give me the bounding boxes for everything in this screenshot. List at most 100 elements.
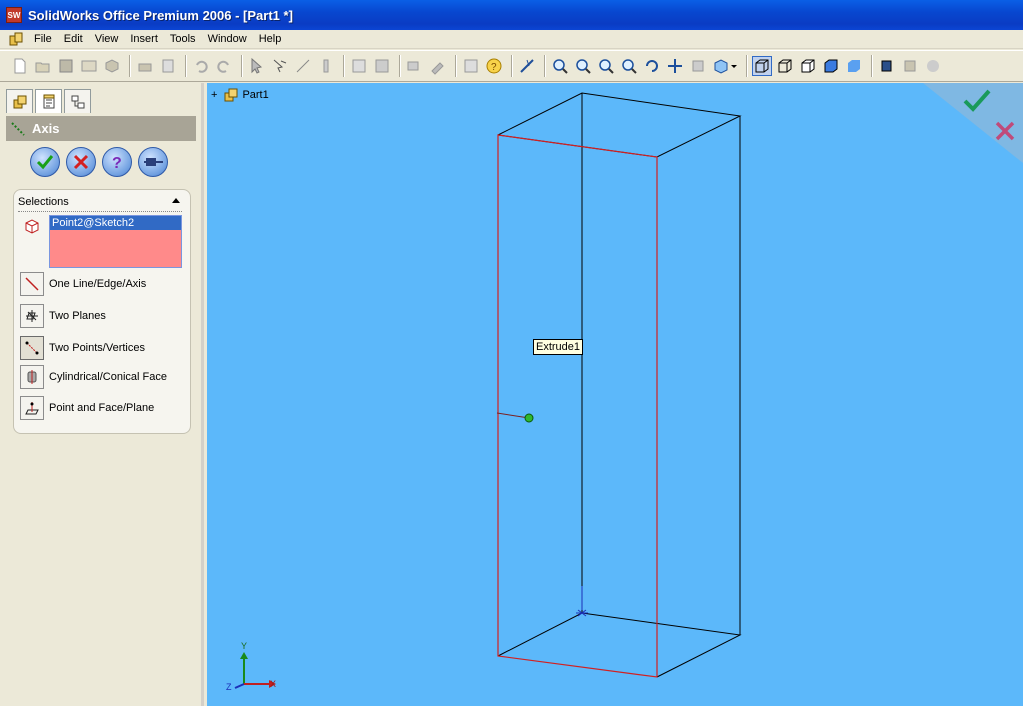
triad-z-label: Z: [226, 682, 232, 692]
triad-y-label: Y: [241, 641, 248, 651]
menu-help[interactable]: Help: [253, 30, 288, 49]
view-orientation-icon[interactable]: [711, 56, 739, 76]
rotate-view-icon[interactable]: [642, 56, 662, 76]
tree-root-part1[interactable]: Part1: [242, 89, 268, 101]
solidworks-logo-icon: SW: [6, 7, 22, 23]
menu-view[interactable]: View: [89, 30, 125, 49]
grid-icon[interactable]: [349, 56, 369, 76]
smart-dimension-icon[interactable]: [316, 56, 336, 76]
menu-edit[interactable]: Edit: [58, 30, 89, 49]
select-pointer-icon[interactable]: [247, 56, 267, 76]
print-preview-icon[interactable]: [158, 56, 178, 76]
help-button[interactable]: ?: [102, 147, 132, 177]
pushpin-icon: [144, 158, 163, 166]
cylindrical-face-icon[interactable]: [20, 365, 44, 389]
cancel-button[interactable]: [66, 147, 96, 177]
table-icon[interactable]: [372, 56, 392, 76]
rebuild-icon[interactable]: [517, 56, 537, 76]
svg-text:?: ?: [491, 62, 497, 73]
shaded-icon[interactable]: [844, 56, 864, 76]
menu-window[interactable]: Window: [202, 30, 253, 49]
tree-expand-icon[interactable]: +: [211, 89, 217, 101]
3d-drawing-view-icon[interactable]: [688, 56, 708, 76]
ok-icon: [36, 155, 54, 170]
pushpin-button[interactable]: [138, 147, 168, 177]
feature-manager-tab-icon[interactable]: [6, 89, 33, 113]
relations-icon[interactable]: [405, 56, 425, 76]
menu-insert[interactable]: Insert: [124, 30, 164, 49]
hidden-lines-removed-icon[interactable]: [798, 56, 818, 76]
part-icon: [224, 88, 238, 102]
feature-tooltip: Extrude1: [533, 339, 584, 355]
point-face-plane-icon[interactable]: [20, 396, 44, 420]
save-icon[interactable]: [56, 56, 76, 76]
toolbar-separator: [399, 55, 401, 77]
menu-tools[interactable]: Tools: [164, 30, 202, 49]
shadows-icon[interactable]: [877, 56, 897, 76]
configuration-manager-tab-icon[interactable]: [64, 89, 91, 113]
make-assembly-icon[interactable]: [102, 56, 122, 76]
redo-icon[interactable]: [214, 56, 234, 76]
solidworks-window: SW SolidWorks Office Premium 2006 - [Par…: [0, 0, 1023, 706]
flyout-feature-tree: + Part1: [211, 87, 269, 103]
zoom-in-out-icon[interactable]: [596, 56, 616, 76]
option-label: Point and Face/Plane: [49, 402, 155, 414]
selected-face-outline[interactable]: [497, 134, 658, 678]
menu-file[interactable]: File: [28, 30, 58, 49]
hidden-lines-visible-icon[interactable]: [775, 56, 795, 76]
zoom-to-area-icon[interactable]: [573, 56, 593, 76]
selections-group: Selections Point2@Sketch2 One Line/Edge/…: [13, 189, 191, 434]
zoom-to-fit-icon[interactable]: [550, 56, 570, 76]
open-folder-icon[interactable]: [33, 56, 53, 76]
selection-list[interactable]: Point2@Sketch2: [49, 215, 182, 268]
property-manager-header: Axis: [6, 116, 196, 141]
option-label: One Line/Edge/Axis: [49, 278, 147, 290]
option-one-line-edge-axis[interactable]: One Line/Edge/Axis: [20, 272, 146, 296]
option-two-planes[interactable]: Two Planes: [20, 304, 106, 328]
options-icon[interactable]: [461, 56, 481, 76]
help-icon[interactable]: ?: [484, 56, 504, 76]
svg-text:?: ?: [112, 155, 122, 172]
perspective-icon[interactable]: [900, 56, 920, 76]
property-manager-tab-icon[interactable]: [35, 89, 62, 113]
toolbar-separator: [871, 55, 873, 77]
option-cylindrical-conical-face[interactable]: Cylindrical/Conical Face: [20, 365, 167, 389]
tools-icon[interactable]: [428, 56, 448, 76]
confirmation-corner: [923, 83, 1023, 163]
two-planes-icon[interactable]: [20, 304, 44, 328]
option-two-points-vertices[interactable]: Two Points/Vertices: [20, 336, 145, 360]
undo-icon[interactable]: [191, 56, 211, 76]
select-other-icon[interactable]: [270, 56, 290, 76]
selected-item-point2[interactable]: Point2@Sketch2: [50, 216, 181, 230]
selections-header[interactable]: Selections: [18, 196, 182, 212]
title-bar[interactable]: SW SolidWorks Office Premium 2006 - [Par…: [0, 0, 1023, 30]
toolbar-separator: [129, 55, 131, 77]
ok-button[interactable]: [30, 147, 60, 177]
render-icon[interactable]: [923, 56, 943, 76]
option-label: Two Planes: [49, 310, 106, 322]
collapse-arrow-icon[interactable]: [172, 198, 180, 203]
help-icon: ?: [112, 155, 122, 172]
sketch-icon[interactable]: [293, 56, 313, 76]
sketch-point-icon[interactable]: [524, 413, 534, 423]
toolbar-separator: [544, 55, 546, 77]
make-drawing-icon[interactable]: [79, 56, 99, 76]
wireframe-icon[interactable]: [752, 56, 772, 76]
toolbar-separator: [185, 55, 187, 77]
new-document-icon[interactable]: [10, 56, 30, 76]
line-edge-axis-icon[interactable]: [20, 272, 44, 296]
zoom-to-selection-icon[interactable]: [619, 56, 639, 76]
reference-entities-icon: [25, 219, 39, 234]
pan-icon[interactable]: [665, 56, 685, 76]
standard-toolbar: ?: [0, 50, 1023, 82]
panel-title: Axis: [32, 121, 60, 136]
shaded-with-edges-icon[interactable]: [821, 56, 841, 76]
solidworks-menu-icon[interactable]: [8, 31, 24, 47]
print-icon[interactable]: [135, 56, 155, 76]
option-point-and-face-plane[interactable]: Point and Face/Plane: [20, 396, 154, 420]
toolbar-separator: [511, 55, 513, 77]
graphics-area[interactable]: Y X Z + Part1 Extrude1: [207, 83, 1023, 706]
two-points-vertices-icon[interactable]: [20, 336, 44, 360]
toolbar-separator: [746, 55, 748, 77]
axis-icon: [11, 121, 25, 136]
